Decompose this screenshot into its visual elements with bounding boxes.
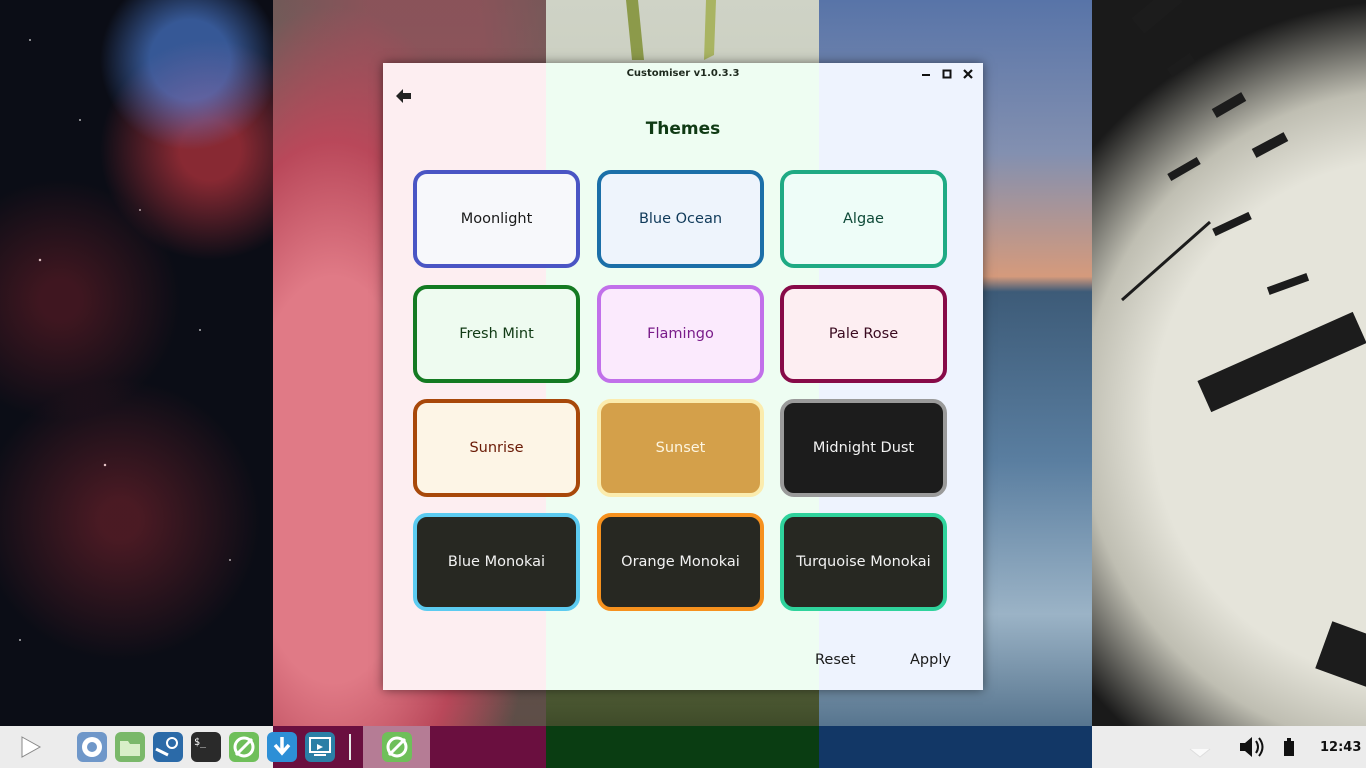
file-manager-icon[interactable]	[114, 731, 146, 763]
page-title: Themes	[645, 119, 721, 139]
clock[interactable]: 12:43	[1320, 740, 1361, 755]
theme-label: Flamingo	[647, 326, 714, 342]
theme-label: Sunset	[655, 440, 706, 456]
theme-moonlight[interactable]: Moonlight	[413, 170, 580, 268]
volume-icon[interactable]	[1236, 731, 1268, 763]
customiser-icon[interactable]	[228, 731, 260, 763]
maximize-icon[interactable]	[939, 66, 955, 82]
theme-blue-monokai[interactable]: Blue Monokai	[413, 513, 580, 611]
theme-midnight-dust[interactable]: Midnight Dust	[780, 399, 947, 497]
close-icon[interactable]	[960, 66, 976, 82]
taskbar-segment	[546, 726, 819, 768]
theme-label: Turquoise Monokai	[796, 554, 931, 570]
theme-label: Blue Monokai	[447, 554, 546, 570]
theme-sunrise[interactable]: Sunrise	[413, 399, 580, 497]
theme-turquoise-monokai[interactable]: Turquoise Monokai	[780, 513, 947, 611]
arrow-left-icon[interactable]	[393, 85, 415, 107]
tray-chevron-icon[interactable]	[1184, 731, 1216, 763]
reset-button[interactable]: Reset	[815, 652, 856, 668]
wallpaper-panel-clock	[1092, 0, 1366, 768]
theme-label: Algae	[843, 211, 884, 227]
theme-label: Pale Rose	[828, 326, 899, 342]
theme-sunset[interactable]: Sunset	[597, 399, 764, 497]
start-icon[interactable]	[14, 731, 46, 763]
theme-blue-ocean[interactable]: Blue Ocean	[597, 170, 764, 268]
taskbar-separator	[349, 734, 351, 760]
chromium-icon[interactable]	[76, 731, 108, 763]
theme-orange-monokai[interactable]: Orange Monokai	[597, 513, 764, 611]
theme-label: Orange Monokai	[621, 554, 740, 570]
customiser-icon[interactable]	[381, 731, 413, 763]
wallpaper-panel-space	[0, 0, 273, 768]
svg-text:$_: $_	[194, 737, 207, 748]
remote-desktop-icon[interactable]	[304, 731, 336, 763]
theme-label: Moonlight	[460, 211, 533, 227]
downloader-icon[interactable]	[266, 731, 298, 763]
theme-flamingo[interactable]: Flamingo	[597, 285, 764, 383]
theme-pale-rose[interactable]: Pale Rose	[780, 285, 947, 383]
customiser-window: Customiser v1.0.3.3 Themes Moonlight Blu…	[383, 63, 983, 690]
minimize-icon[interactable]	[918, 66, 934, 82]
theme-fresh-mint[interactable]: Fresh Mint	[413, 285, 580, 383]
theme-label: Blue Ocean	[638, 211, 723, 227]
taskbar: $_ 12:43	[0, 726, 1366, 768]
taskbar-segment	[819, 726, 1092, 768]
theme-label: Midnight Dust	[812, 440, 915, 456]
theme-algae[interactable]: Algae	[780, 170, 947, 268]
clock-face-marks	[1121, 0, 1366, 689]
steam-icon[interactable]	[152, 731, 184, 763]
terminal-icon[interactable]: $_	[190, 731, 222, 763]
apply-button[interactable]: Apply	[910, 652, 951, 668]
theme-label: Sunrise	[469, 440, 524, 456]
title-bar[interactable]: Customiser v1.0.3.3	[383, 63, 983, 85]
battery-icon[interactable]	[1274, 731, 1306, 763]
theme-label: Fresh Mint	[459, 326, 534, 342]
window-title: Customiser v1.0.3.3	[626, 68, 740, 79]
